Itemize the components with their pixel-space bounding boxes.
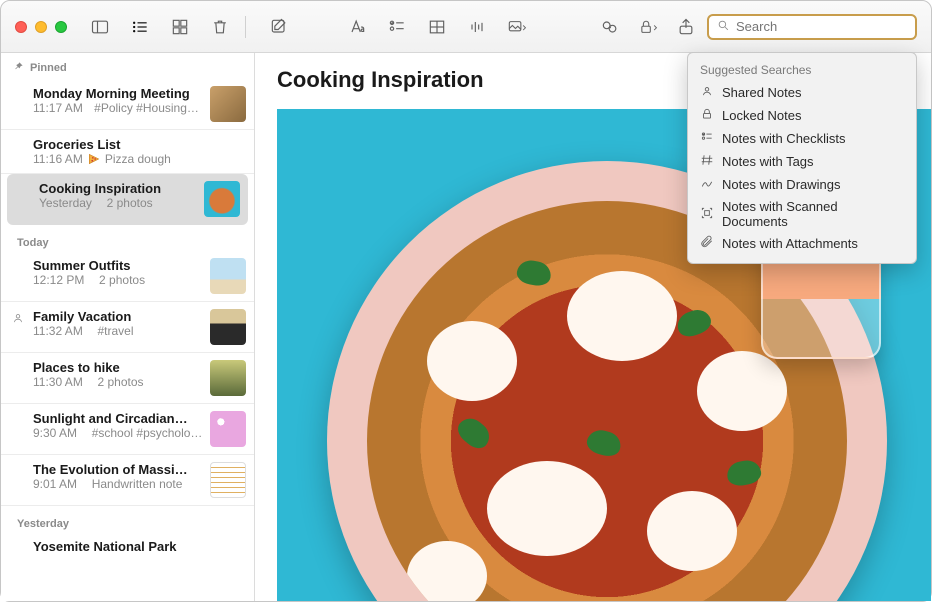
- note-title: Sunlight and Circadian…: [33, 411, 202, 426]
- suggestion-shared-notes[interactable]: Shared Notes: [688, 81, 916, 104]
- note-title: Summer Outfits: [33, 258, 202, 273]
- suggestion-locked-notes[interactable]: Locked Notes: [688, 104, 916, 127]
- note-row-family-vacation[interactable]: Family Vacation 11:32 AM #travel: [1, 302, 254, 353]
- note-thumbnail: [210, 258, 246, 294]
- note-title: Places to hike: [33, 360, 202, 375]
- note-meta: 11:16 AM Pizza dough: [33, 152, 246, 166]
- note-title: Cooking Inspiration: [39, 181, 196, 196]
- suggestion-tags[interactable]: Notes with Tags: [688, 150, 916, 173]
- note-thumbnail: [210, 360, 246, 396]
- note-row-cooking-inspiration[interactable]: Cooking Inspiration Yesterday 2 photos: [7, 174, 248, 225]
- app-window: Suggested Searches Shared Notes Locked N…: [0, 0, 932, 602]
- text-format-icon[interactable]: [346, 16, 368, 38]
- suggestion-checklists[interactable]: Notes with Checklists: [688, 127, 916, 150]
- toolbar-right: [599, 16, 707, 38]
- suggestions-header: Suggested Searches: [688, 59, 916, 81]
- note-row-yosemite[interactable]: Yosemite National Park: [1, 532, 254, 561]
- attachment-icon: [700, 235, 714, 252]
- toolbar-left: [67, 16, 231, 38]
- note-row-evolution-massive[interactable]: The Evolution of Massi… 9:01 AM Handwrit…: [1, 455, 254, 506]
- suggestion-label: Notes with Drawings: [722, 177, 841, 192]
- grid-view-icon[interactable]: [169, 16, 191, 38]
- people-icon: [11, 311, 25, 325]
- note-meta: 9:01 AM Handwritten note: [33, 477, 202, 491]
- note-meta: 11:30 AM 2 photos: [33, 375, 202, 389]
- list-view-icon[interactable]: [129, 16, 151, 38]
- suggestion-label: Notes with Attachments: [722, 236, 858, 251]
- pinned-label: Pinned: [30, 62, 67, 74]
- people-icon: [700, 84, 714, 101]
- minimize-window-button[interactable]: [35, 21, 47, 33]
- search-wrap: [707, 14, 917, 40]
- titlebar: [1, 1, 931, 53]
- share-icon[interactable]: [675, 16, 697, 38]
- suggestion-drawings[interactable]: Notes with Drawings: [688, 173, 916, 196]
- toggle-sidebar-icon[interactable]: [89, 16, 111, 38]
- note-meta: Yesterday 2 photos: [39, 196, 196, 210]
- notes-list-sidebar[interactable]: Pinned Monday Morning Meeting 11:17 AM #…: [1, 53, 255, 601]
- note-row-sunlight-circadian[interactable]: Sunlight and Circadian… 9:30 AM #school …: [1, 404, 254, 455]
- checklist-icon: [700, 130, 714, 147]
- suggestion-label: Notes with Checklists: [722, 131, 846, 146]
- lock-icon: [700, 107, 714, 124]
- note-title: Yosemite National Park: [33, 539, 246, 554]
- table-icon[interactable]: [426, 16, 448, 38]
- close-window-button[interactable]: [15, 21, 27, 33]
- note-meta: 11:17 AM #Policy #Housing…: [33, 101, 202, 115]
- search-icon: [717, 19, 730, 35]
- note-meta: 12:12 PM 2 photos: [33, 273, 202, 287]
- note-thumbnail: [210, 309, 246, 345]
- note-row-places-to-hike[interactable]: Places to hike 11:30 AM 2 photos: [1, 353, 254, 404]
- window-controls: [1, 21, 67, 33]
- note-row-monday-meeting[interactable]: Monday Morning Meeting 11:17 AM #Policy …: [1, 79, 254, 130]
- pin-icon: [13, 61, 24, 75]
- suggestion-label: Notes with Scanned Documents: [722, 199, 904, 229]
- suggestion-attachments[interactable]: Notes with Attachments: [688, 232, 916, 255]
- lock-menu-icon[interactable]: [637, 16, 659, 38]
- note-thumbnail: [204, 181, 240, 217]
- link-icon[interactable]: [599, 16, 621, 38]
- suggestion-label: Locked Notes: [722, 108, 802, 123]
- pizza-icon: [87, 152, 101, 166]
- today-section-header: Today: [1, 225, 254, 251]
- note-thumbnail: [210, 411, 246, 447]
- note-title: Monday Morning Meeting: [33, 86, 202, 101]
- delete-icon[interactable]: [209, 16, 231, 38]
- checklist-icon[interactable]: [386, 16, 408, 38]
- toolbar-center: [246, 16, 528, 38]
- search-input[interactable]: [736, 19, 912, 34]
- note-thumbnail: [210, 86, 246, 122]
- note-meta: 9:30 AM #school #psycholo…: [33, 426, 202, 440]
- note-meta: 11:32 AM #travel: [33, 324, 202, 338]
- pinned-section-header: Pinned: [1, 53, 254, 79]
- suggestion-label: Shared Notes: [722, 85, 802, 100]
- note-title: Groceries List: [33, 137, 246, 152]
- search-suggestions-panel: Suggested Searches Shared Notes Locked N…: [687, 52, 917, 264]
- note-row-summer-outfits[interactable]: Summer Outfits 12:12 PM 2 photos: [1, 251, 254, 302]
- search-field[interactable]: [707, 14, 917, 40]
- note-thumbnail: [210, 462, 246, 498]
- drawing-icon: [700, 176, 714, 193]
- media-menu-icon[interactable]: [506, 16, 528, 38]
- yesterday-section-header: Yesterday: [1, 506, 254, 532]
- suggestion-label: Notes with Tags: [722, 154, 814, 169]
- fullscreen-window-button[interactable]: [55, 21, 67, 33]
- audio-icon[interactable]: [466, 16, 488, 38]
- hash-icon: [700, 153, 714, 170]
- note-title: Family Vacation: [33, 309, 202, 324]
- note-row-groceries[interactable]: Groceries List 11:16 AM Pizza dough: [1, 130, 254, 174]
- compose-icon[interactable]: [268, 16, 290, 38]
- scan-icon: [700, 206, 714, 223]
- note-title: The Evolution of Massi…: [33, 462, 202, 477]
- suggestion-scanned[interactable]: Notes with Scanned Documents: [688, 196, 916, 232]
